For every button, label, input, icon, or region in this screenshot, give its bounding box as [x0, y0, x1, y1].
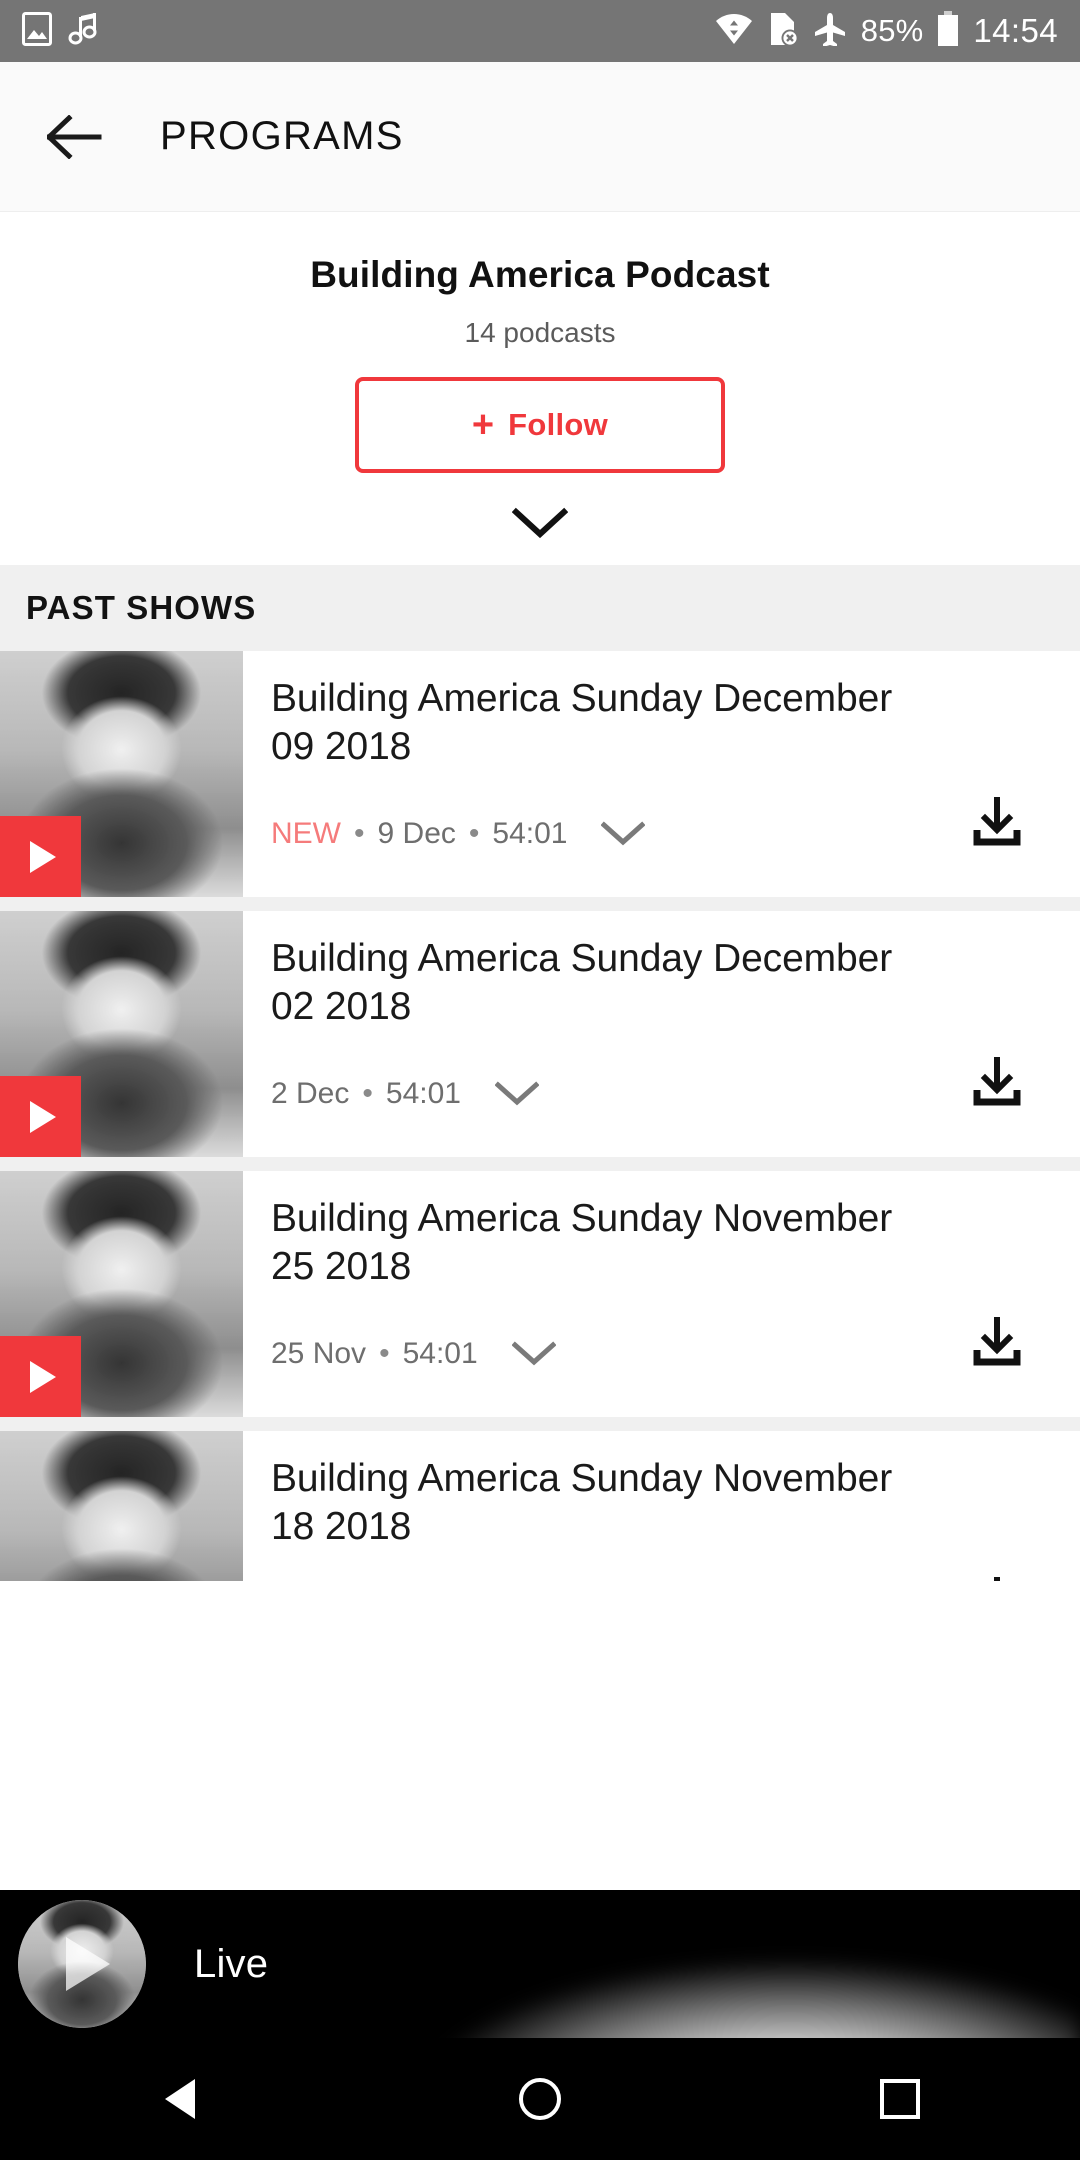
- episode-date: 25 Nov: [271, 1337, 367, 1370]
- status-bar-clock: 14:54: [973, 12, 1058, 49]
- nav-back-icon[interactable]: [120, 2038, 240, 2160]
- episode-meta: 2 Dec • 54:01: [271, 1077, 539, 1111]
- download-icon[interactable]: [964, 1571, 1030, 1581]
- past-shows-section-header: PAST SHOWS: [0, 565, 1080, 651]
- episode-date: 9 Dec: [377, 817, 456, 850]
- episode-date: 2 Dec: [271, 1077, 350, 1110]
- battery-percent-label: 85%: [860, 13, 924, 48]
- battery-icon: [937, 10, 959, 52]
- avatar[interactable]: [18, 1900, 146, 2028]
- episode-duration: 54:01: [492, 817, 568, 850]
- list-item[interactable]: Building America Sunday November 18 2018…: [0, 1431, 1080, 1581]
- episode-title: Building America Sunday November 18 2018: [271, 1457, 893, 1548]
- player-now-playing-label: Live: [194, 1941, 269, 1986]
- nav-recents-icon[interactable]: [840, 2038, 960, 2160]
- page-title: PROGRAMS: [160, 114, 404, 158]
- episode-duration: 54:01: [402, 1337, 478, 1370]
- chevron-down-icon: [511, 507, 569, 544]
- android-nav-bar[interactable]: [0, 2038, 1080, 2160]
- chevron-down-icon[interactable]: [494, 1081, 539, 1107]
- download-icon[interactable]: [964, 1311, 1030, 1377]
- program-expand-toggle[interactable]: [0, 485, 1080, 565]
- meta-separator: •: [362, 1077, 373, 1110]
- music-note-icon: [68, 12, 100, 51]
- status-bar-left-icons: [22, 11, 100, 51]
- list-item[interactable]: Building America Sunday December 09 2018…: [0, 651, 1080, 897]
- status-badge: NEW: [271, 817, 341, 850]
- episode-title: Building America Sunday December 02 2018: [271, 937, 893, 1028]
- file-error-icon: [767, 12, 799, 51]
- episode-title: Building America Sunday December 09 2018: [271, 677, 893, 768]
- follow-button-label: Follow: [508, 407, 609, 442]
- host-portrait-image: [0, 1431, 243, 1581]
- episode-list[interactable]: Building America Sunday December 09 2018…: [0, 651, 1080, 1581]
- nav-home-icon[interactable]: [480, 2038, 600, 2160]
- player-background-art: [320, 1902, 1080, 2038]
- plus-icon: +: [471, 404, 495, 446]
- app-bar: PROGRAMS: [0, 62, 1080, 212]
- meta-separator: •: [468, 817, 480, 850]
- play-icon[interactable]: [66, 1937, 110, 1991]
- download-icon[interactable]: [964, 791, 1030, 857]
- play-icon[interactable]: [0, 1076, 81, 1157]
- episode-meta: 25 Nov • 54:01: [271, 1337, 556, 1371]
- episode-meta: NEW • 9 Dec • 54:01: [271, 817, 646, 851]
- meta-separator: •: [354, 817, 365, 850]
- list-item[interactable]: Building America Sunday December 02 2018…: [0, 911, 1080, 1157]
- episode-thumbnail[interactable]: [0, 1171, 243, 1417]
- list-item[interactable]: Building America Sunday November 25 2018…: [0, 1171, 1080, 1417]
- image-icon: [22, 11, 52, 51]
- episode-title: Building America Sunday November 25 2018: [271, 1197, 893, 1288]
- program-title: Building America Podcast: [310, 254, 770, 295]
- meta-separator: •: [379, 1337, 390, 1370]
- episode-thumbnail[interactable]: [0, 651, 243, 897]
- mini-player-bar[interactable]: Live: [0, 1890, 1080, 2038]
- play-icon[interactable]: [0, 1336, 81, 1417]
- play-icon[interactable]: [0, 816, 81, 897]
- chevron-down-icon[interactable]: [601, 821, 646, 847]
- section-title: PAST SHOWS: [26, 589, 257, 626]
- follow-button[interactable]: + Follow: [355, 377, 725, 473]
- back-arrow-icon[interactable]: [44, 106, 106, 168]
- program-header: Building America Podcast 14 podcasts + F…: [0, 212, 1080, 565]
- program-episode-count: 14 podcasts: [464, 317, 616, 348]
- wifi-transfer-icon: [715, 12, 753, 51]
- chevron-down-icon[interactable]: [511, 1341, 556, 1367]
- status-bar-right-icons: 85% 14:54: [715, 10, 1058, 52]
- episode-thumbnail[interactable]: [0, 911, 243, 1157]
- status-bar: 85% 14:54: [0, 0, 1080, 62]
- episode-duration: 54:01: [385, 1077, 461, 1110]
- airplane-mode-icon: [813, 12, 847, 51]
- download-icon[interactable]: [964, 1051, 1030, 1117]
- episode-thumbnail[interactable]: [0, 1431, 243, 1581]
